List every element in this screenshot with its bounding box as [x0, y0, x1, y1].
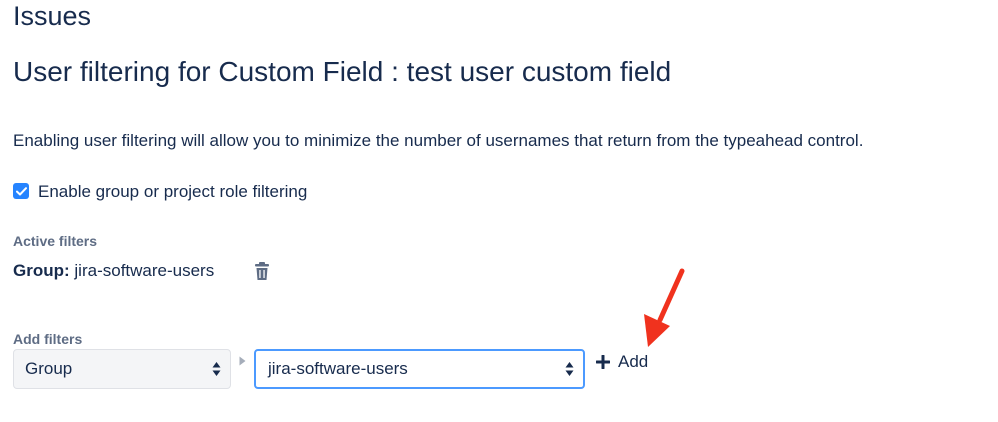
- checkmark-icon: [15, 186, 27, 195]
- add-filter-button[interactable]: Add: [596, 351, 648, 373]
- description-text: Enabling user filtering will allow you t…: [13, 131, 864, 150]
- filter-value-select[interactable]: jira-software-users: [254, 349, 585, 389]
- filter-type-select[interactable]: Group: [13, 349, 231, 389]
- enable-filtering-label[interactable]: Enable group or project role filtering: [38, 181, 307, 203]
- plus-icon: [596, 355, 610, 369]
- filter-type: Group: [13, 261, 64, 280]
- select-arrows-icon: [565, 362, 574, 376]
- page-title: User filtering for Custom Field : test u…: [13, 56, 672, 87]
- filter-value-selected: jira-software-users: [268, 359, 408, 378]
- select-arrows-icon: [212, 362, 221, 376]
- add-filter-label: Add: [618, 352, 649, 371]
- enable-filtering-checkbox[interactable]: [13, 183, 29, 199]
- active-filters-heading: Active filters: [13, 233, 98, 249]
- trash-icon[interactable]: [254, 261, 270, 281]
- annotation-arrow-icon: [644, 268, 685, 347]
- chevron-right-icon: [239, 356, 246, 366]
- filter-value: jira-software-users: [74, 261, 215, 280]
- add-filters-heading: Add filters: [13, 331, 83, 347]
- active-filter-item: Group: jira-software-users: [13, 260, 214, 282]
- filter-type-selected: Group: [25, 359, 73, 378]
- filter-separator: :: [64, 261, 70, 280]
- section-title: Issues: [13, 1, 92, 31]
